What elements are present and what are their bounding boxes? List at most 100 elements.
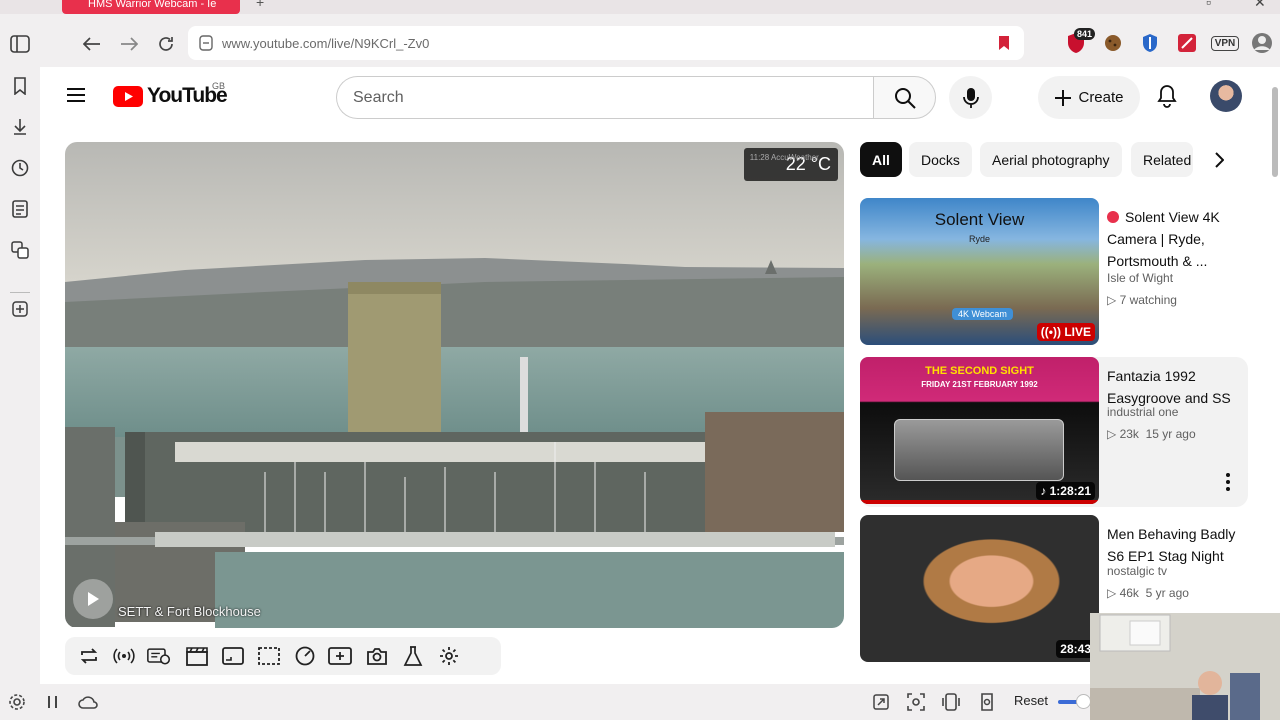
live-indicator-icon <box>1107 211 1119 223</box>
downloads-icon[interactable] <box>9 116 31 138</box>
youtube-logo[interactable]: YouTube <box>113 84 228 108</box>
close-window-icon[interactable]: ✕ <box>1254 0 1266 11</box>
address-bar[interactable]: www.youtube.com/live/N9KCrl_-Zv0 <box>188 26 1024 60</box>
webcam-overlay <box>1090 613 1280 720</box>
hamburger-menu-icon[interactable] <box>66 87 86 108</box>
create-label: Create <box>1078 89 1124 106</box>
settings-gear-icon[interactable] <box>437 644 461 668</box>
more-options-icon[interactable] <box>1226 473 1230 496</box>
translate-icon[interactable] <box>9 239 31 261</box>
settings-icon[interactable] <box>7 692 27 712</box>
video-meta: ▷ 23k 15 yr ago <box>1107 427 1196 441</box>
screenshot-video-icon[interactable] <box>147 644 171 668</box>
youtube-play-logo-icon <box>113 85 143 107</box>
expand-icon[interactable] <box>871 692 891 712</box>
thumbnail-title: Solent View <box>934 210 1025 229</box>
url-text: www.youtube.com/live/N9KCrl_-Zv0 <box>222 36 430 51</box>
video-thumbnail[interactable]: 28:43 <box>860 515 1099 662</box>
bookmark-page-icon[interactable] <box>998 35 1010 56</box>
video-title[interactable]: Solent View 4K Camera | Ryde, Portsmouth… <box>1107 206 1242 272</box>
channel-name[interactable]: Isle of Wight <box>1107 271 1173 285</box>
camera-icon[interactable] <box>365 644 389 668</box>
view-count: 46k <box>1119 586 1139 600</box>
create-button[interactable]: Create <box>1038 76 1140 119</box>
video-thumbnail[interactable]: THE SECOND SIGHT FRIDAY 21ST FEBRUARY 19… <box>860 357 1099 504</box>
forward-button[interactable] <box>117 32 141 56</box>
page-scrollbar[interactable] <box>1272 87 1278 177</box>
back-button[interactable] <box>80 32 104 56</box>
zoom-slider-handle[interactable] <box>1076 694 1091 709</box>
notifications-bell-icon[interactable] <box>1156 84 1178 113</box>
tile-window-icon[interactable] <box>941 692 961 712</box>
play-button[interactable] <box>73 579 113 619</box>
loop-icon[interactable] <box>77 644 101 668</box>
theater-mode-icon[interactable] <box>221 644 245 668</box>
video-meta: ▷ 7 watching <box>1107 293 1177 307</box>
webcam-feed-image <box>1090 613 1280 720</box>
search-icon <box>894 87 916 109</box>
reload-button[interactable] <box>154 32 178 56</box>
shield-extension-icon[interactable] <box>1138 31 1162 55</box>
add-frame-icon[interactable] <box>328 644 352 668</box>
channel-name[interactable]: industrial one <box>1107 405 1178 419</box>
video-extension-toolbar <box>65 637 501 675</box>
broadcast-icon[interactable] <box>112 644 136 668</box>
history-icon[interactable] <box>9 157 31 179</box>
video-title[interactable]: Fantazia 1992 Easygroove and SS <box>1107 365 1242 409</box>
recommendation-item[interactable]: Solent View Ryde 4K Webcam ((•)) LIVE So… <box>860 198 1248 348</box>
clapper-icon[interactable] <box>185 644 209 668</box>
account-avatar[interactable] <box>1210 80 1242 112</box>
site-info-icon[interactable] <box>198 35 214 56</box>
cookie-extension-icon[interactable] <box>1101 31 1125 55</box>
search-placeholder: Search <box>353 89 404 106</box>
restore-window-icon[interactable]: ▫ <box>1206 0 1211 10</box>
chevron-right-icon[interactable] <box>1206 147 1232 173</box>
vpn-button[interactable]: VPN <box>1210 31 1240 55</box>
watch-progress-bar <box>860 500 1099 504</box>
chip-related[interactable]: Related <box>1131 142 1193 177</box>
search-button[interactable] <box>873 76 936 119</box>
active-tab[interactable]: HMS Warrior Webcam - Ie <box>62 0 240 14</box>
extension-count-badge: 841 <box>1074 28 1096 40</box>
recommendation-item[interactable]: THE SECOND SIGHT FRIDAY 21ST FEBRUARY 19… <box>860 357 1248 507</box>
pause-icon[interactable] <box>43 692 63 712</box>
tab-title: HMS Warrior Webcam - Ie <box>88 0 217 10</box>
reading-list-icon[interactable] <box>9 198 31 220</box>
vpn-label: VPN <box>1210 35 1240 51</box>
page-actions-icon[interactable] <box>977 692 997 712</box>
chip-aerial-photography[interactable]: Aerial photography <box>980 142 1122 177</box>
bookmarks-icon[interactable] <box>9 75 31 97</box>
thumbnail-tag: 4K Webcam <box>952 308 1013 320</box>
video-duration: ♪ 1:28:21 <box>1036 482 1095 500</box>
temperature-overlay: 11:28 AccuWeather 22 °C <box>743 148 838 181</box>
crop-frame-icon[interactable] <box>257 644 281 668</box>
flask-icon[interactable] <box>401 644 425 668</box>
new-tab-button[interactable]: + <box>256 0 264 10</box>
webcam-scene-image <box>65 142 844 628</box>
chip-docks[interactable]: Docks <box>909 142 972 177</box>
zoom-reset-button[interactable]: Reset <box>1014 693 1048 708</box>
channel-name[interactable]: nostalgic tv <box>1107 564 1167 578</box>
add-panel-icon[interactable] <box>9 298 31 320</box>
cloud-sync-icon[interactable] <box>78 692 98 712</box>
video-title-text: Solent View 4K Camera | Ryde, Portsmouth… <box>1107 209 1220 269</box>
capture-icon[interactable] <box>906 692 926 712</box>
search-box[interactable]: Search <box>336 76 873 119</box>
video-title[interactable]: Men Behaving Badly S6 EP1 Stag Night <box>1107 523 1242 567</box>
video-thumbnail[interactable]: Solent View Ryde 4K Webcam ((•)) LIVE <box>860 198 1099 345</box>
view-count: 23k <box>1119 427 1139 441</box>
play-icon <box>88 592 99 606</box>
sidebar-toggle-icon[interactable] <box>9 33 31 55</box>
weather-provider-text: 11:28 AccuWeather <box>749 153 819 162</box>
profile-icon[interactable] <box>1250 31 1274 55</box>
voice-search-button[interactable] <box>949 76 992 119</box>
cassette-image <box>894 419 1064 481</box>
speed-icon[interactable] <box>293 644 317 668</box>
sidebar-divider <box>10 292 30 293</box>
pdf-extension-icon[interactable] <box>1175 31 1199 55</box>
browser-bottom-bar: Reset <box>0 684 1280 720</box>
chip-all[interactable]: All <box>860 142 902 177</box>
upload-age: 5 yr ago <box>1145 586 1189 600</box>
video-player[interactable]: 11:28 AccuWeather 22 °C SETT & Fort Bloc… <box>65 142 844 628</box>
browser-sidebar <box>0 14 40 684</box>
